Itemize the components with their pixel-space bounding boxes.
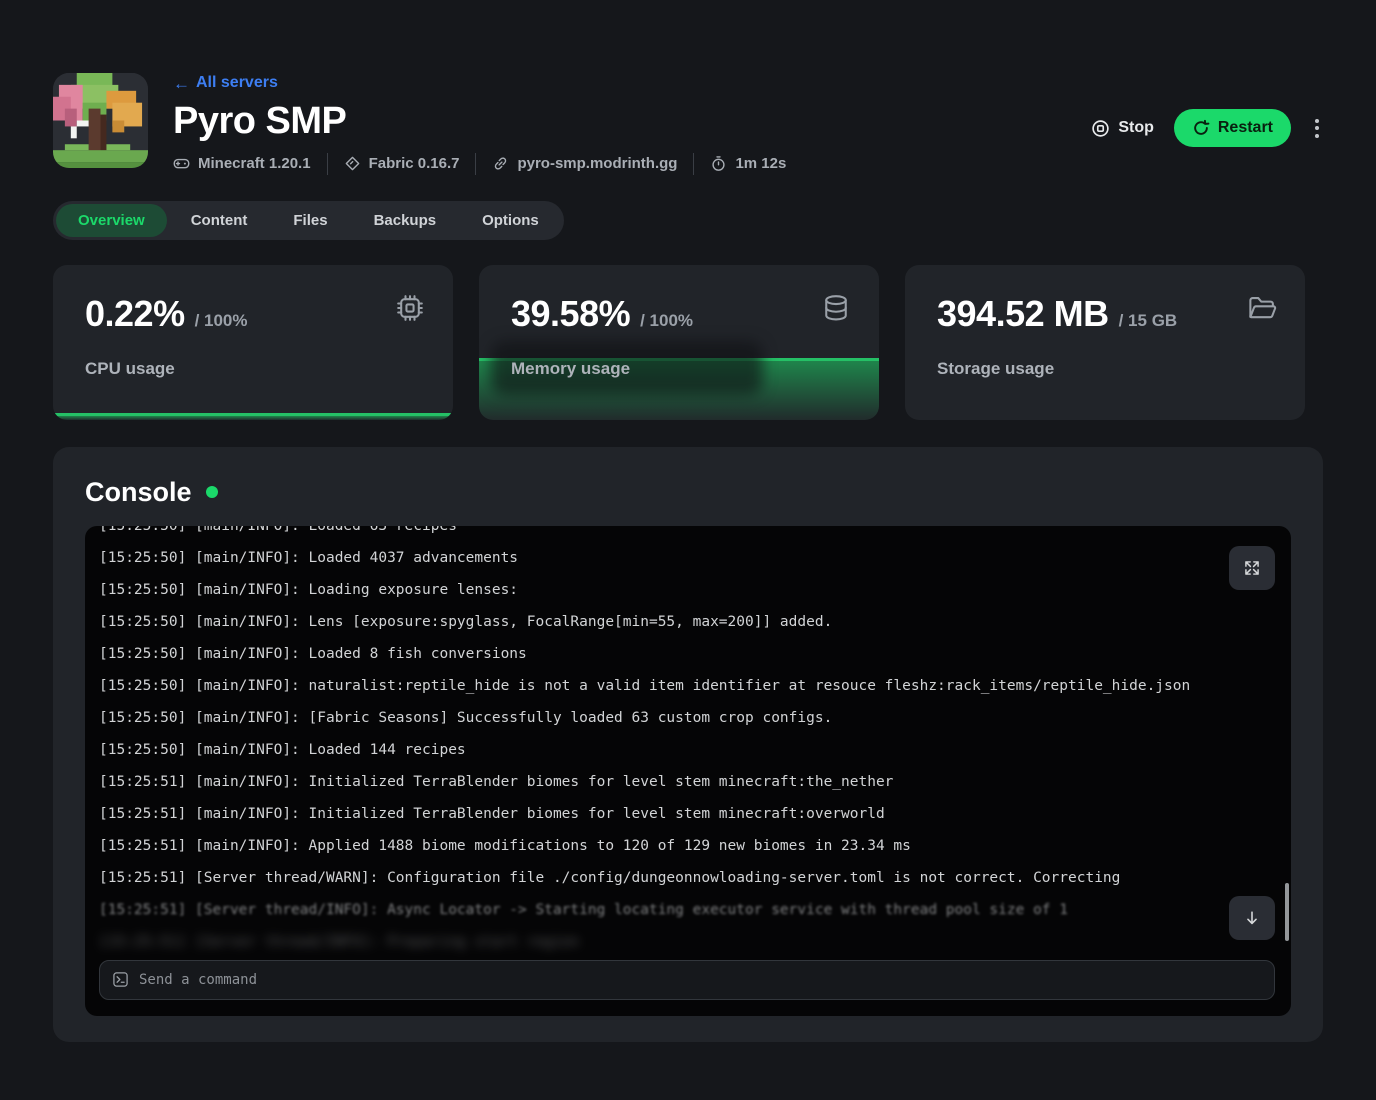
console-log-line: [15:25:51] [Server thread/INFO]: Async L… (99, 894, 1277, 926)
arrow-down-icon (1243, 909, 1261, 927)
server-page: ← All servers Pyro SMP Minecraft 1.20.1 (0, 73, 1376, 1042)
cpu-usage-label: CPU usage (85, 359, 175, 379)
folder-open-icon (1247, 293, 1277, 328)
gamepad-icon (173, 155, 190, 172)
tabs: OverviewContentFilesBackupsOptions (53, 201, 564, 240)
console-log-line: [15:25:51] [main/INFO]: Initialized Terr… (99, 798, 1277, 830)
meta-divider (693, 153, 694, 175)
meta-divider (475, 153, 476, 175)
console-log-line: [15:25:51] [Server thread/INFO]: Prepari… (99, 926, 1277, 958)
memory-value: 39.58% (511, 293, 630, 335)
console-terminal: [15:25:50] [main/INFO]: Loaded 63 recipe… (85, 526, 1291, 1016)
restart-icon (1192, 119, 1210, 137)
restart-button-label: Restart (1218, 119, 1273, 137)
meta-uptime: 1m 12s (710, 155, 786, 172)
server-head-info: ← All servers Pyro SMP Minecraft 1.20.1 (173, 73, 1091, 175)
meta-address-label: pyro-smp.modrinth.gg (517, 155, 677, 172)
more-options-button[interactable] (1311, 113, 1323, 144)
link-icon (492, 155, 509, 172)
server-meta-row: Minecraft 1.20.1 Fabric 0.16.7 (173, 153, 1091, 175)
tab-backups[interactable]: Backups (352, 204, 459, 237)
memory-usage-card: 39.58% / 100% Memory usage (479, 265, 879, 420)
console-log-line: [15:25:50] [main/INFO]: Loaded 144 recip… (99, 734, 1277, 766)
expand-arrows-icon (1243, 559, 1261, 577)
tab-content[interactable]: Content (169, 204, 270, 237)
console-log-line: [15:25:50] [main/INFO]: [Fabric Seasons]… (99, 702, 1277, 734)
meta-divider (327, 153, 328, 175)
restart-button[interactable]: Restart (1174, 109, 1291, 147)
server-avatar (53, 73, 148, 168)
cpu-icon (395, 293, 425, 328)
console-log-line: [15:25:51] [Server thread/WARN]: Configu… (99, 862, 1277, 894)
console-log-line: [15:25:50] [main/INFO]: Loaded 4037 adva… (99, 542, 1277, 574)
cpu-usage-graph (53, 413, 453, 419)
console-log-line: [15:25:51] [main/INFO]: Applied 1488 bio… (99, 830, 1277, 862)
storage-value: 394.52 MB (937, 293, 1109, 335)
console-card: Console [15:25:50] [main/INFO]: Loaded 6… (53, 447, 1323, 1042)
tab-options[interactable]: Options (460, 204, 561, 237)
back-to-all-servers-link[interactable]: ← All servers (173, 74, 278, 92)
stop-button-label: Stop (1118, 119, 1154, 137)
command-input[interactable] (139, 972, 1262, 988)
console-lines: [15:25:50] [main/INFO]: Loaded 63 recipe… (99, 526, 1277, 958)
console-log-line: [15:25:50] [main/INFO]: Loaded 63 recipe… (99, 526, 1277, 542)
console-scrollbar-thumb[interactable] (1285, 883, 1289, 941)
cpu-limit: / 100% (195, 311, 248, 331)
pixel-tree-icon (53, 73, 148, 168)
cpu-usage-card: 0.22% / 100% CPU usage (53, 265, 453, 420)
stopwatch-icon (710, 155, 727, 172)
server-header: ← All servers Pyro SMP Minecraft 1.20.1 (53, 73, 1323, 175)
console-title: Console (85, 477, 192, 508)
meta-server-address[interactable]: pyro-smp.modrinth.gg (492, 155, 677, 172)
console-header: Console (85, 477, 1291, 508)
storage-limit: / 15 GB (1119, 311, 1178, 331)
storage-usage-label: Storage usage (937, 359, 1054, 379)
meta-game-label: Minecraft 1.20.1 (198, 155, 311, 172)
back-link-label: All servers (196, 74, 278, 92)
scroll-to-bottom-button[interactable] (1229, 896, 1275, 940)
arrow-left-icon: ← (173, 75, 190, 92)
console-log-line: [15:25:50] [main/INFO]: Loaded 8 fish co… (99, 638, 1277, 670)
stop-circle-icon (1091, 119, 1110, 138)
console-log-line: [15:25:51] [main/INFO]: Initialized Terr… (99, 766, 1277, 798)
tab-overview[interactable]: Overview (56, 204, 167, 237)
meta-uptime-label: 1m 12s (735, 155, 786, 172)
memory-icon (821, 293, 851, 328)
memory-limit: / 100% (640, 311, 693, 331)
storage-usage-card: 394.52 MB / 15 GB Storage usage (905, 265, 1305, 420)
fabric-loader-icon (344, 155, 361, 172)
console-log-line: [15:25:50] [main/INFO]: naturalist:repti… (99, 670, 1277, 702)
terminal-prompt-icon (112, 971, 129, 988)
console-log-line: [15:25:50] [main/INFO]: Loading exposure… (99, 574, 1277, 606)
console-status-dot (206, 486, 218, 498)
meta-loader-label: Fabric 0.16.7 (369, 155, 460, 172)
memory-usage-label: Memory usage (511, 359, 630, 379)
server-actions: Stop Restart (1091, 109, 1323, 147)
page-title: Pyro SMP (173, 100, 1091, 143)
console-log-line: [15:25:50] [main/INFO]: Lens [exposure:s… (99, 606, 1277, 638)
meta-loader-version: Fabric 0.16.7 (344, 155, 460, 172)
console-expand-button[interactable] (1229, 546, 1275, 590)
cpu-value: 0.22% (85, 293, 185, 335)
stop-button[interactable]: Stop (1091, 119, 1154, 138)
stats-row: 0.22% / 100% CPU usage 39.58% / 100 (53, 265, 1323, 420)
tab-files[interactable]: Files (271, 204, 349, 237)
meta-game-version: Minecraft 1.20.1 (173, 155, 311, 172)
command-bar (99, 960, 1275, 1000)
